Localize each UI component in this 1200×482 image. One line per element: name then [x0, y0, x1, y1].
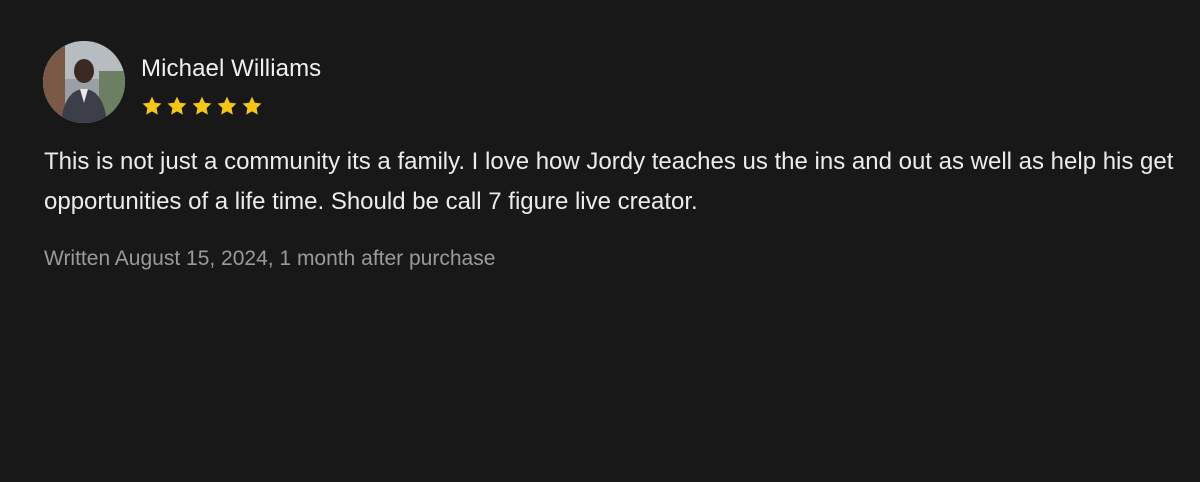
- review-date: Written August 15, 2024, 1 month after p…: [44, 247, 496, 270]
- review-card: Michael Williams This is not just a comm…: [0, 0, 1200, 482]
- star-icon: [167, 96, 187, 115]
- star-icon: [217, 96, 237, 115]
- author-name: Michael Williams: [141, 55, 322, 82]
- star-rating: [141, 95, 263, 117]
- user-avatar-icon: [43, 41, 125, 123]
- review-text: This is not just a community its a famil…: [44, 148, 1174, 215]
- avatar[interactable]: [43, 41, 125, 123]
- star-icon: [142, 96, 162, 115]
- star-icon: [242, 96, 262, 115]
- star-icon: [192, 96, 212, 115]
